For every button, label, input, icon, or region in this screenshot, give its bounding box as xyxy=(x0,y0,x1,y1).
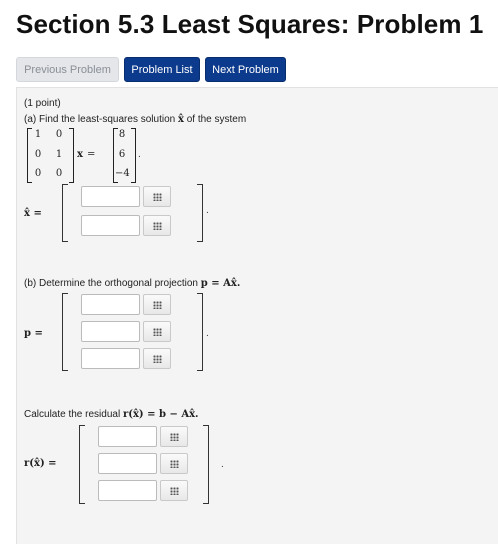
matrix-a-cell: 0 xyxy=(34,168,42,179)
grid-icon xyxy=(170,433,179,441)
r-1-input[interactable] xyxy=(98,426,157,447)
matrix-a-cell: 0 xyxy=(55,168,63,179)
grid-icon xyxy=(153,222,162,230)
equation-editor-button[interactable] xyxy=(143,215,171,236)
p-left-bracket xyxy=(62,293,68,371)
period: . xyxy=(138,149,141,160)
matrix-a-right-bracket xyxy=(69,128,74,183)
grid-icon xyxy=(153,328,162,336)
part-c-formula: r(x̂) = b − Ax̂. xyxy=(122,409,199,420)
grid-icon xyxy=(153,193,162,201)
part-a-text: (a) Find the least-squares solution xyxy=(24,114,176,125)
xhat-2-input[interactable] xyxy=(81,215,140,236)
part-a-prompt: (a) Find the least-squares solution x̂ o… xyxy=(24,114,246,125)
equation-editor-button[interactable] xyxy=(160,453,188,474)
matrix-a-cell: 0 xyxy=(34,149,42,160)
p-1-input[interactable] xyxy=(81,294,140,315)
equation-editor-button[interactable] xyxy=(143,321,171,342)
part-c-prompt: Calculate the residual r(x̂) = b − Ax̂. xyxy=(24,409,199,420)
part-a-suffix: of the system xyxy=(186,114,247,125)
grid-icon xyxy=(153,355,162,363)
vector-b-right-bracket xyxy=(131,128,136,183)
period: . xyxy=(221,459,224,470)
vector-b-cell: 8 xyxy=(118,129,126,140)
matrix-a-cell: 0 xyxy=(55,129,63,140)
r-2-input[interactable] xyxy=(98,453,157,474)
vector-b-cell: −4 xyxy=(115,168,130,179)
xhat-1-input[interactable] xyxy=(81,186,140,207)
part-b-formula: p = Ax̂. xyxy=(200,278,241,289)
equation-editor-button[interactable] xyxy=(143,294,171,315)
page-title: Section 5.3 Least Squares: Problem 1 xyxy=(16,9,484,39)
part-b-text: (b) Determine the orthogonal projection xyxy=(24,278,198,289)
r-right-bracket xyxy=(203,425,209,504)
period: . xyxy=(206,328,209,339)
matrix-a-cell: 1 xyxy=(55,149,63,160)
p-right-bracket xyxy=(197,293,203,371)
r-label: r(x̂) = xyxy=(24,458,57,469)
xhat-label: x̂ = xyxy=(24,208,42,219)
vector-b-cell: 6 xyxy=(118,149,126,160)
xhat-left-bracket xyxy=(62,184,68,242)
problem-panel: (1 point) (a) Find the least-squares sol… xyxy=(16,87,498,544)
part-c-text: Calculate the residual xyxy=(24,409,121,420)
r-left-bracket xyxy=(79,425,85,504)
grid-icon xyxy=(170,460,179,468)
grid-icon xyxy=(153,301,162,309)
matrix-a-cell: 1 xyxy=(34,129,42,140)
p-2-input[interactable] xyxy=(81,321,140,342)
equation-editor-button[interactable] xyxy=(143,186,171,207)
p-label: p = xyxy=(24,328,43,339)
equation-editor-button[interactable] xyxy=(160,480,188,501)
x-symbol: x xyxy=(77,149,83,160)
xhat-right-bracket xyxy=(197,184,203,242)
period: . xyxy=(206,205,209,216)
points-label: (1 point) xyxy=(24,98,61,109)
part-b-prompt: (b) Determine the orthogonal projection … xyxy=(24,278,240,289)
p-3-input[interactable] xyxy=(81,348,140,369)
equation-editor-button[interactable] xyxy=(160,426,188,447)
system-equals: = xyxy=(87,149,96,160)
next-problem-button[interactable]: Next Problem xyxy=(205,57,286,82)
part-a-xhat: x̂ xyxy=(177,114,184,125)
grid-icon xyxy=(170,487,179,495)
equation-editor-button[interactable] xyxy=(143,348,171,369)
problem-list-button[interactable]: Problem List xyxy=(124,57,200,82)
previous-problem-button[interactable]: Previous Problem xyxy=(16,57,119,82)
r-3-input[interactable] xyxy=(98,480,157,501)
